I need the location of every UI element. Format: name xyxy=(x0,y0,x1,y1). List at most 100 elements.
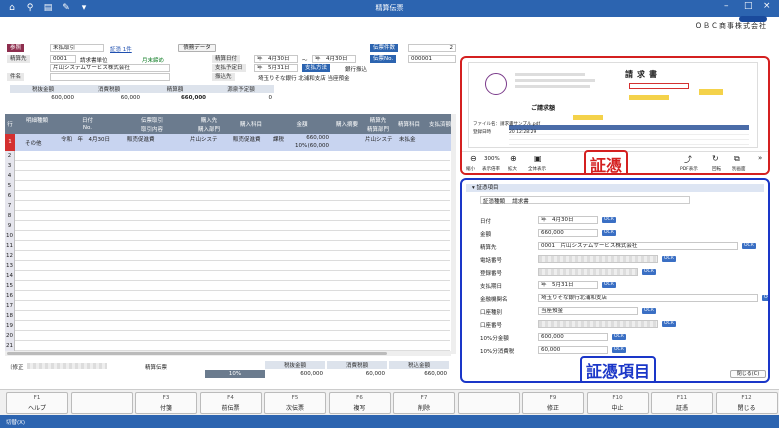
row-subject: 販売促進費 xyxy=(233,137,261,143)
minimize-icon[interactable]: – xyxy=(724,1,729,11)
col-header: 購入先 xyxy=(188,116,230,124)
window-icon[interactable]: ⧉ xyxy=(734,154,740,164)
table-row[interactable]: 19 xyxy=(5,321,450,331)
table-row[interactable]: 3 xyxy=(5,161,450,171)
fkey-button[interactable]: F9 修正 xyxy=(522,392,584,414)
grid-scrollbar[interactable] xyxy=(451,114,456,354)
debt-data-button[interactable]: 債務データ xyxy=(178,44,216,52)
item-field[interactable]: 年 4月30日 xyxy=(538,216,598,224)
item-field[interactable]: 年 5月31日 xyxy=(538,281,598,289)
table-row[interactable]: 18 xyxy=(5,311,450,321)
fkey-label: 削除 xyxy=(417,405,430,412)
fkey-label: 閉じる xyxy=(737,405,756,412)
item-label: 10%分金額 xyxy=(480,336,509,342)
item-field[interactable] xyxy=(538,320,658,328)
settle-date-from[interactable]: 年 4月30日 xyxy=(254,55,298,63)
table-row[interactable]: 15 xyxy=(5,281,450,291)
ref-select[interactable]: 未払取引 xyxy=(50,44,104,52)
voucher-link[interactable]: 証憑 1件 xyxy=(110,45,132,53)
row-number: 14 xyxy=(5,271,15,281)
fkey-button[interactable] xyxy=(70,392,133,414)
kind-label: 証憑種類 xyxy=(483,199,506,205)
row-number: 3 xyxy=(5,161,15,171)
voucher-preview-panel: 請求書 ご請求額 ファイル名：請求書サンプル.pdf 登録日時 20 12:28… xyxy=(460,56,770,175)
item-field[interactable] xyxy=(538,268,638,276)
item-field[interactable]: 60,000 xyxy=(538,346,608,354)
payee-code[interactable]: 0001 xyxy=(50,55,76,63)
invoice-billed: ご請求額 xyxy=(531,105,556,112)
kind-row[interactable]: 証憑種類 請求書 xyxy=(480,196,690,205)
status-bar: 切替(X) xyxy=(0,415,779,428)
tool-label: PDF表示 xyxy=(680,167,698,172)
fit-icon[interactable]: ▣ xyxy=(534,154,542,163)
table-row[interactable]: 21 xyxy=(5,341,450,351)
table-row[interactable]: 12 xyxy=(5,251,450,261)
tool-label: 回転 xyxy=(712,167,721,172)
fkey-button[interactable]: F11 証憑 xyxy=(651,392,713,414)
rotate-icon[interactable]: ↻ xyxy=(712,154,719,163)
fkey-button[interactable]: F6 複写 xyxy=(328,392,391,414)
item-field[interactable]: 600,000 xyxy=(538,333,608,341)
table-row[interactable]: 4 xyxy=(5,171,450,181)
fkey-button[interactable]: F1 ヘルプ xyxy=(6,392,68,414)
table-row[interactable]: 5 xyxy=(5,181,450,191)
table-row[interactable]: 1 その他 令和 年 4月30日 販売促進費 片山システ 販売促進費 課税 10… xyxy=(5,134,455,151)
table-row[interactable]: 8 xyxy=(5,211,450,221)
item-field[interactable]: 当座預金 xyxy=(538,307,638,315)
item-label: 電話番号 xyxy=(480,258,503,264)
fkey-button[interactable] xyxy=(457,392,520,414)
table-row[interactable]: 14 xyxy=(5,271,450,281)
fkey-button[interactable]: F4 前伝票 xyxy=(199,392,262,414)
fkey-label: 証憑 xyxy=(675,405,688,412)
fkey-button[interactable]: F12 閉じる xyxy=(715,392,778,414)
row-number: 1 xyxy=(5,134,15,151)
zoom-level[interactable]: 300% xyxy=(484,156,500,162)
table-row[interactable]: 13 xyxy=(5,261,450,271)
switch-button[interactable]: 切替(X) xyxy=(6,418,25,426)
fkey-button[interactable]: F10 中止 xyxy=(586,392,649,414)
ocr-badge: OCR xyxy=(742,243,756,249)
grid-hscrollbar[interactable] xyxy=(5,351,451,356)
table-row[interactable]: 20 xyxy=(5,331,450,341)
close-panel-button[interactable]: 閉じる(C) xyxy=(730,370,766,378)
table-row[interactable]: 9 xyxy=(5,221,450,231)
item-label: 日付 xyxy=(480,219,492,225)
item-field[interactable]: 埼玉りそな銀行北浦和支店 xyxy=(538,294,758,302)
table-row[interactable]: 17 xyxy=(5,301,450,311)
ocr-badge: OCR xyxy=(662,256,676,262)
count-label: 伝票件数 xyxy=(370,44,399,52)
item-field[interactable]: 660,000 xyxy=(538,229,598,237)
expand-icon[interactable]: » xyxy=(758,154,762,162)
col-header: 購入摘要 xyxy=(331,120,363,128)
row-number: 2 xyxy=(5,151,15,161)
zoom-out-icon[interactable]: ⊖ xyxy=(470,154,477,163)
table-row[interactable]: 7 xyxy=(5,201,450,211)
close-icon[interactable]: × xyxy=(763,1,771,11)
maximize-icon[interactable]: □ xyxy=(744,1,753,11)
table-row[interactable]: 10 xyxy=(5,231,450,241)
fkey-number: F9 xyxy=(549,395,557,401)
fkey-number: F5 xyxy=(291,395,299,401)
table-row[interactable]: 11 xyxy=(5,241,450,251)
subject-input[interactable] xyxy=(50,73,170,81)
payee-unit: 請求書単位 xyxy=(80,58,108,64)
row-number: 12 xyxy=(5,251,15,261)
item-label: 登録番号 xyxy=(480,271,503,277)
settle-date-to[interactable]: 年 4月30日 xyxy=(312,55,356,63)
item-field[interactable]: 0001 片山システムサービス株式会社 xyxy=(538,242,738,250)
voucher-no[interactable]: 000001 xyxy=(408,55,456,63)
table-row[interactable]: 2 xyxy=(5,151,450,161)
file-name: ファイル名：請求書サンプル.pdf xyxy=(473,122,541,127)
due-date[interactable]: 年 5月31日 xyxy=(254,64,298,72)
item-field[interactable] xyxy=(538,255,658,263)
zoom-in-icon[interactable]: ⊕ xyxy=(510,154,517,163)
fkey-button[interactable]: F5 次伝票 xyxy=(264,392,326,414)
item-label: 金額 xyxy=(480,232,492,238)
total-value: 600,000 xyxy=(51,95,74,101)
fkey-button[interactable]: F7 削除 xyxy=(393,392,455,414)
table-row[interactable]: 16 xyxy=(5,291,450,301)
table-row[interactable]: 6 xyxy=(5,191,450,201)
row-tax: 課税 xyxy=(273,137,285,143)
fkey-button[interactable]: F3 付箋 xyxy=(135,392,197,414)
pdf-icon[interactable]: ⤴ xyxy=(684,154,692,165)
